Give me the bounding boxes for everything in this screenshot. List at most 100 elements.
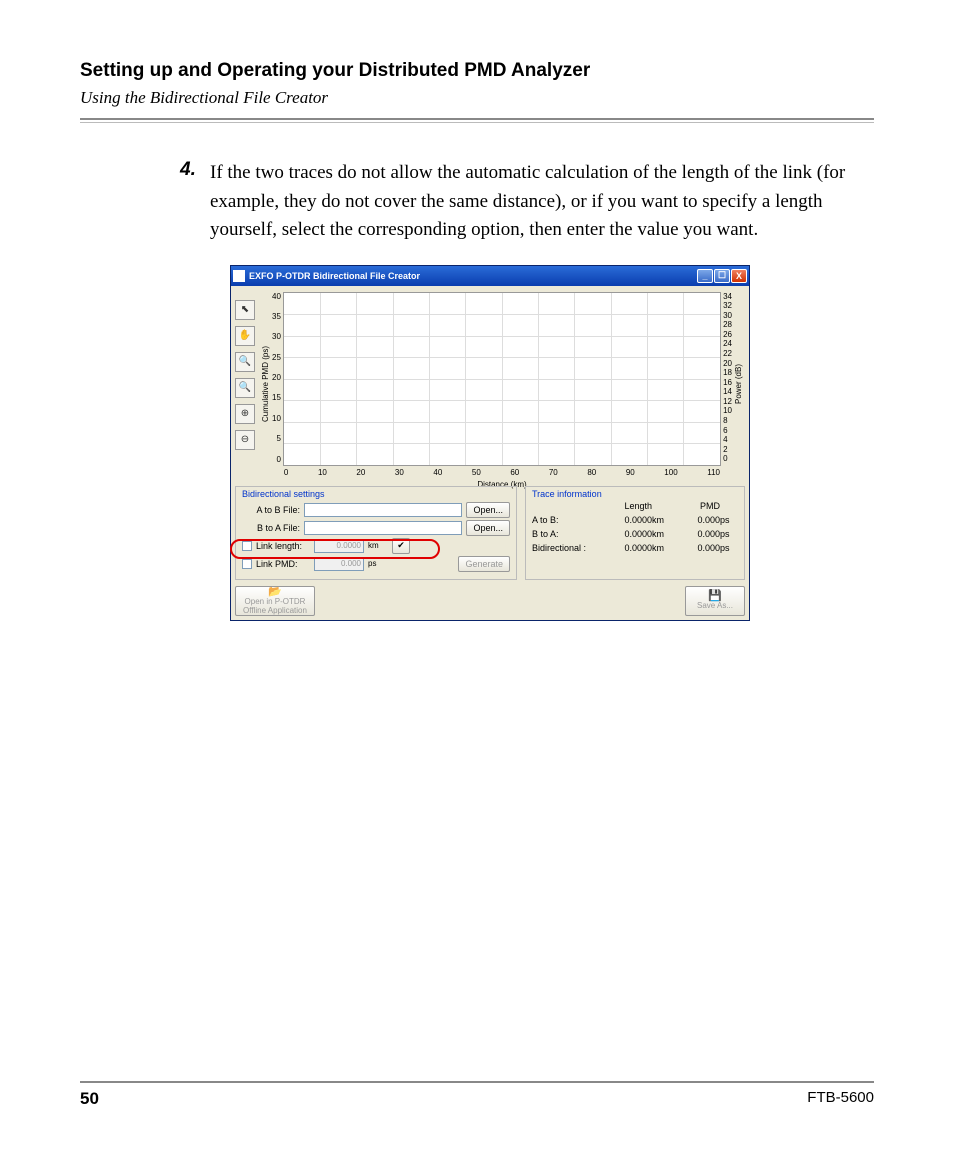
zoom-tool-icon[interactable]: 🔍 xyxy=(235,352,255,372)
ytick: 26 xyxy=(723,330,732,339)
link-length-checkbox[interactable] xyxy=(242,541,252,551)
trace-length-value: 0.0000 xyxy=(602,529,652,539)
xtick: 90 xyxy=(626,468,635,477)
step-block: 4. If the two traces do not allow the au… xyxy=(180,159,868,245)
ytick: 12 xyxy=(723,397,732,406)
ytick: 6 xyxy=(723,426,732,435)
step-text: If the two traces do not allow the autom… xyxy=(210,159,868,245)
trace-panel-title: Trace information xyxy=(532,489,738,499)
ytick: 28 xyxy=(723,320,732,329)
ytick: 24 xyxy=(723,339,732,348)
ytick: 2 xyxy=(723,445,732,454)
open-b-to-a-button[interactable]: Open... xyxy=(466,520,510,536)
trace-information-panel: Trace information Length PMD A to B: 0.0… xyxy=(525,486,745,580)
ytick: 8 xyxy=(723,416,732,425)
ytick: 16 xyxy=(723,378,732,387)
ytick: 0 xyxy=(272,455,281,464)
maximize-button[interactable]: ☐ xyxy=(714,269,730,283)
b-to-a-file-input[interactable] xyxy=(304,521,462,535)
ytick: 20 xyxy=(272,373,281,382)
folder-icon: 📂 xyxy=(268,586,282,598)
plot-canvas[interactable]: 0102030405060708090100110 Distance (km) xyxy=(283,292,721,466)
trace-length-unit: km xyxy=(652,543,676,553)
y-ticks-left: 40 35 30 25 20 15 10 5 0 xyxy=(272,290,283,480)
xtick: 30 xyxy=(395,468,404,477)
chart-toolbar: ⬉ ✋ 🔍 🔍 ⊕ ⊖ xyxy=(235,290,259,480)
pointer-tool-icon[interactable]: ⬉ xyxy=(235,300,255,320)
save-as-button[interactable]: 💾 Save As... xyxy=(685,586,745,616)
settings-panel-title: Bidirectional settings xyxy=(242,489,510,499)
generate-button[interactable]: Generate xyxy=(458,556,510,572)
ytick: 30 xyxy=(723,311,732,320)
link-length-apply-button[interactable]: ✔ xyxy=(392,538,410,554)
xtick: 50 xyxy=(472,468,481,477)
x-ticks: 0102030405060708090100110 xyxy=(284,468,720,477)
open-a-to-b-button[interactable]: Open... xyxy=(466,502,510,518)
trace-length-unit: km xyxy=(652,515,676,525)
save-as-label: Save As... xyxy=(697,602,733,611)
link-pmd-unit: ps xyxy=(368,559,388,568)
xtick: 20 xyxy=(356,468,365,477)
link-length-unit: km xyxy=(368,541,388,550)
ytick: 15 xyxy=(272,393,281,402)
trace-pmd-unit: ps xyxy=(720,529,738,539)
xtick: 100 xyxy=(664,468,677,477)
link-pmd-input[interactable]: 0.000 xyxy=(314,557,364,571)
ytick: 25 xyxy=(272,353,281,362)
footer-rule xyxy=(80,1081,874,1083)
step-number: 4. xyxy=(180,159,210,245)
zoom-out-tool-icon[interactable]: ⊖ xyxy=(235,430,255,450)
link-length-label: Link length: xyxy=(256,541,310,551)
ytick: 34 xyxy=(723,292,732,301)
xtick: 80 xyxy=(587,468,596,477)
xtick: 10 xyxy=(318,468,327,477)
link-pmd-checkbox[interactable] xyxy=(242,559,252,569)
trace-pmd-unit: ps xyxy=(720,543,738,553)
ytick: 10 xyxy=(272,414,281,423)
zoom-in-tool-icon[interactable]: ⊕ xyxy=(235,404,255,424)
header-rule xyxy=(80,118,874,120)
trace-row-label: A to B: xyxy=(532,515,602,525)
ytick: 0 xyxy=(723,454,732,463)
ytick: 32 xyxy=(723,301,732,310)
dialog-window: EXFO P-OTDR Bidirectional File Creator _… xyxy=(230,265,750,621)
xtick: 110 xyxy=(707,468,720,477)
page-subheading: Using the Bidirectional File Creator xyxy=(80,88,874,108)
trace-length-value: 0.0000 xyxy=(602,515,652,525)
xtick: 70 xyxy=(549,468,558,477)
link-pmd-label: Link PMD: xyxy=(256,559,310,569)
header-rule-thin xyxy=(80,122,874,123)
minimize-button[interactable]: _ xyxy=(697,269,713,283)
link-length-input[interactable]: 0.0000 xyxy=(314,539,364,553)
y-axis-left-label: Cumulative PMD (ps) xyxy=(259,346,272,422)
page-number: 50 xyxy=(80,1089,99,1109)
app-icon xyxy=(233,270,245,282)
titlebar[interactable]: EXFO P-OTDR Bidirectional File Creator _… xyxy=(231,266,749,286)
trace-pmd-unit: ps xyxy=(720,515,738,525)
a-to-b-file-input[interactable] xyxy=(304,503,462,517)
ytick: 20 xyxy=(723,359,732,368)
page-footer: 50 FTB-5600 xyxy=(80,1081,874,1109)
trace-length-value: 0.0000 xyxy=(602,543,652,553)
ytick: 30 xyxy=(272,332,281,341)
ytick: 5 xyxy=(272,434,281,443)
ytick: 40 xyxy=(272,292,281,301)
pan-tool-icon[interactable]: ✋ xyxy=(235,326,255,346)
open-offline-button[interactable]: 📂 Open in P-OTDR Offline Application xyxy=(235,586,315,616)
trace-pmd-value: 0.000 xyxy=(676,529,720,539)
close-button[interactable]: X xyxy=(731,269,747,283)
ytick: 14 xyxy=(723,387,732,396)
ytick: 18 xyxy=(723,368,732,377)
trace-pmd-value: 0.000 xyxy=(676,515,720,525)
y-axis-right-label: Power (dB) xyxy=(732,364,745,404)
ytick: 4 xyxy=(723,435,732,444)
ytick: 10 xyxy=(723,406,732,415)
xtick: 60 xyxy=(510,468,519,477)
ytick: 35 xyxy=(272,312,281,321)
zoom-region-tool-icon[interactable]: 🔍 xyxy=(235,378,255,398)
xtick: 0 xyxy=(284,468,288,477)
col-pmd-header: PMD xyxy=(676,501,720,511)
bidirectional-settings-panel: Bidirectional settings A to B File: Open… xyxy=(235,486,517,580)
ytick: 22 xyxy=(723,349,732,358)
page-heading: Setting up and Operating your Distribute… xyxy=(80,60,874,82)
